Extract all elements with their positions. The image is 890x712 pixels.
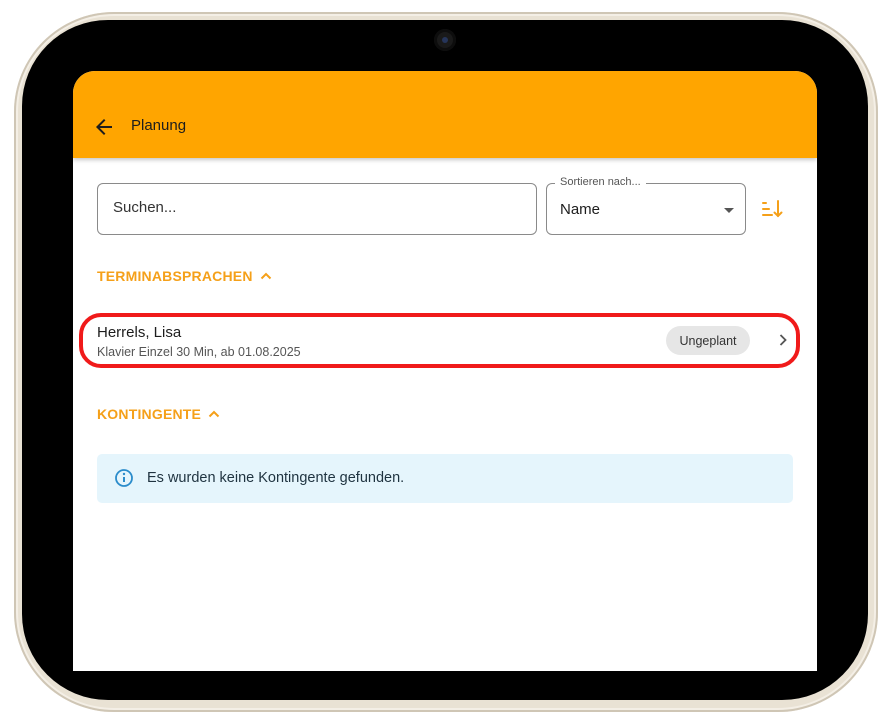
sort-select-label: Sortieren nach... [555,176,646,188]
sort-select-value: Name [560,201,601,218]
page-title: Planung [131,117,187,134]
info-circle-icon [115,469,133,487]
list-item[interactable]: Herrels, Lisa Klavier Einzel 30 Min, ab … [87,317,795,364]
chevron-up-icon [208,410,220,418]
section-header-kontingente[interactable]: KONTINGENTE [97,406,220,422]
app-screen: Planung Sortieren nach... Name TERMINABS… [73,71,817,671]
app-bar: Planung [73,71,817,158]
info-alert: Es wurden keine Kontingente gefunden. [97,454,793,503]
section-title: KONTINGENTE [97,406,202,422]
section-title: TERMINABSPRACHEN [97,268,253,284]
status-badge: Ungeplant [666,326,750,355]
chevron-up-icon [260,272,271,280]
section-header-terminabsprachen[interactable]: TERMINABSPRACHEN [97,268,272,284]
appointment-details: Klavier Einzel 30 Min, ab 01.08.2025 [97,345,301,359]
front-camera [434,29,456,51]
search-input[interactable] [111,198,515,217]
empty-message: Es wurden keine Kontingente gefunden. [147,470,405,486]
chevron-right-icon [779,334,787,346]
search-field[interactable] [97,183,537,235]
dropdown-caret-icon [724,208,734,213]
arrow-left-icon[interactable] [92,115,116,139]
sort-select[interactable]: Sortieren nach... Name [546,176,746,235]
sort-ascending-icon[interactable] [760,197,784,221]
student-name: Herrels, Lisa [97,324,182,341]
